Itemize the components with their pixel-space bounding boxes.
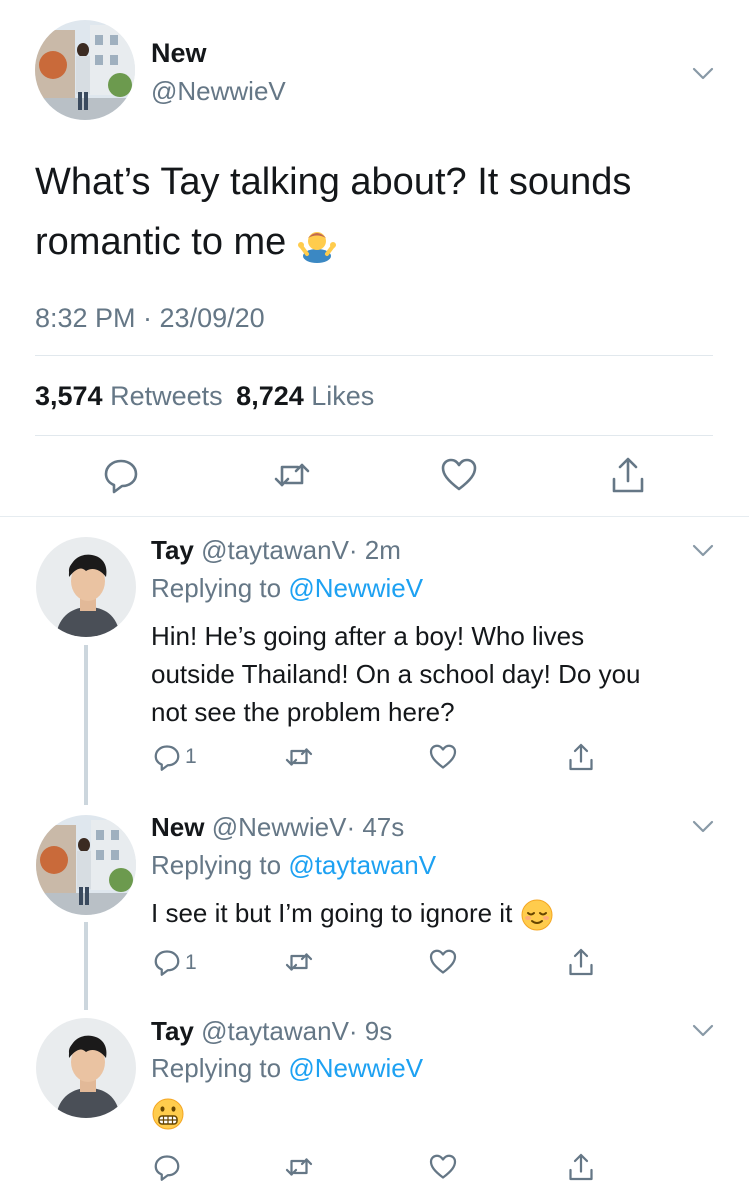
avatar-new[interactable]	[36, 815, 136, 915]
avatar-tay[interactable]	[36, 537, 136, 637]
share-icon	[569, 948, 593, 976]
replying-label: Replying to	[151, 850, 282, 880]
reply-time[interactable]: · 47s	[346, 812, 404, 842]
share-button[interactable]	[566, 1152, 596, 1182]
retweet-icon	[274, 463, 310, 487]
likes-label[interactable]: Likes	[311, 381, 374, 411]
reply-icon	[104, 459, 138, 494]
retweet-button[interactable]	[284, 1152, 314, 1182]
divider	[35, 355, 713, 356]
heart-icon	[429, 744, 457, 769]
tweet-timestamp[interactable]: 8:32 PM · 23/09/20	[35, 303, 265, 334]
reply-icon	[154, 1155, 180, 1181]
reply-text-line: Hin! He’s going after a boy! Who lives	[151, 621, 585, 651]
reply-button[interactable]	[152, 947, 182, 977]
retweet-button[interactable]	[284, 947, 314, 977]
reply-header: Tay @taytawanV· 9s	[151, 1016, 392, 1047]
reply-text: Hin! He’s going after a boy! Who lives o…	[151, 617, 721, 731]
avatar-new[interactable]	[35, 20, 135, 120]
share-button[interactable]	[566, 947, 596, 977]
reply-icon	[154, 950, 180, 976]
section-divider	[0, 516, 749, 517]
reply-text-line: I see it but I’m going to ignore it	[151, 898, 513, 928]
reply-count: 1	[185, 951, 197, 974]
retweet-button[interactable]	[284, 742, 314, 772]
share-icon	[569, 1153, 593, 1181]
replying-label: Replying to	[151, 1053, 282, 1083]
author-handle[interactable]: @NewwieV	[151, 76, 286, 107]
replying-to-link[interactable]: @NewwieV	[288, 1053, 423, 1083]
reply-time[interactable]: · 9s	[349, 1016, 392, 1046]
retweet-icon	[285, 1158, 313, 1176]
heart-icon	[429, 949, 457, 974]
like-button[interactable]	[428, 742, 458, 772]
reply-text	[151, 1097, 185, 1131]
chevron-down-icon[interactable]	[690, 1017, 716, 1043]
share-button[interactable]	[566, 742, 596, 772]
like-button[interactable]	[428, 947, 458, 977]
retweet-button[interactable]	[272, 455, 312, 495]
engagement-stats: 3,574 Retweets 8,724 Likes	[35, 381, 374, 412]
thread-line	[84, 645, 88, 805]
reply-author-handle[interactable]: @taytawanV	[201, 1016, 349, 1046]
chevron-down-icon[interactable]	[690, 537, 716, 563]
retweets-count[interactable]: 3,574	[35, 381, 103, 411]
reply-author-handle[interactable]: @taytawanV	[201, 535, 349, 565]
reply-header: Tay @taytawanV· 2m	[151, 535, 401, 566]
share-icon	[612, 457, 644, 493]
author-name[interactable]: New	[151, 38, 207, 69]
replying-to: Replying to @taytawanV	[151, 850, 436, 881]
replying-label: Replying to	[151, 573, 282, 603]
like-button[interactable]	[428, 1152, 458, 1182]
share-icon	[569, 743, 593, 771]
reply-button[interactable]	[152, 1152, 182, 1182]
reply-button[interactable]	[101, 455, 141, 495]
reply-author-handle[interactable]: @NewwieV	[212, 812, 347, 842]
reply-text-line: not see the problem here?	[151, 697, 455, 727]
avatar-tay[interactable]	[36, 1018, 136, 1118]
retweet-icon	[285, 953, 313, 971]
tweet-text: What’s Tay talking about? It sounds roma…	[35, 152, 695, 272]
replying-to-link[interactable]: @taytawanV	[288, 850, 436, 880]
reply-icon	[154, 745, 180, 771]
replying-to: Replying to @NewwieV	[151, 573, 423, 604]
reply-author-name[interactable]: New	[151, 812, 204, 842]
likes-count[interactable]: 8,724	[236, 381, 304, 411]
reply-text: I see it but I’m going to ignore it	[151, 895, 554, 932]
retweet-icon	[285, 748, 313, 766]
thread-line	[84, 922, 88, 1010]
retweets-label[interactable]: Retweets	[110, 381, 223, 411]
heart-icon	[429, 1154, 457, 1179]
reply-author-name[interactable]: Tay	[151, 1016, 194, 1046]
replying-to-link[interactable]: @NewwieV	[288, 573, 423, 603]
shrug-emoji	[297, 231, 336, 263]
reply-time[interactable]: · 2m	[349, 535, 401, 565]
reply-button[interactable]	[152, 742, 182, 772]
chevron-down-icon[interactable]	[690, 813, 716, 839]
chevron-down-icon[interactable]	[690, 60, 716, 86]
grimacing-face-emoji	[152, 1098, 184, 1130]
reply-count: 1	[185, 745, 197, 768]
reply-header: New @NewwieV· 47s	[151, 812, 404, 843]
heart-icon	[441, 458, 477, 491]
share-button[interactable]	[608, 455, 648, 495]
like-button[interactable]	[439, 455, 479, 495]
reply-author-name[interactable]: Tay	[151, 535, 194, 565]
reply-text-line: outside Thailand! On a school day! Do yo…	[151, 659, 641, 689]
divider	[35, 435, 713, 436]
relieved-face-emoji	[521, 899, 553, 931]
replying-to: Replying to @NewwieV	[151, 1053, 423, 1084]
